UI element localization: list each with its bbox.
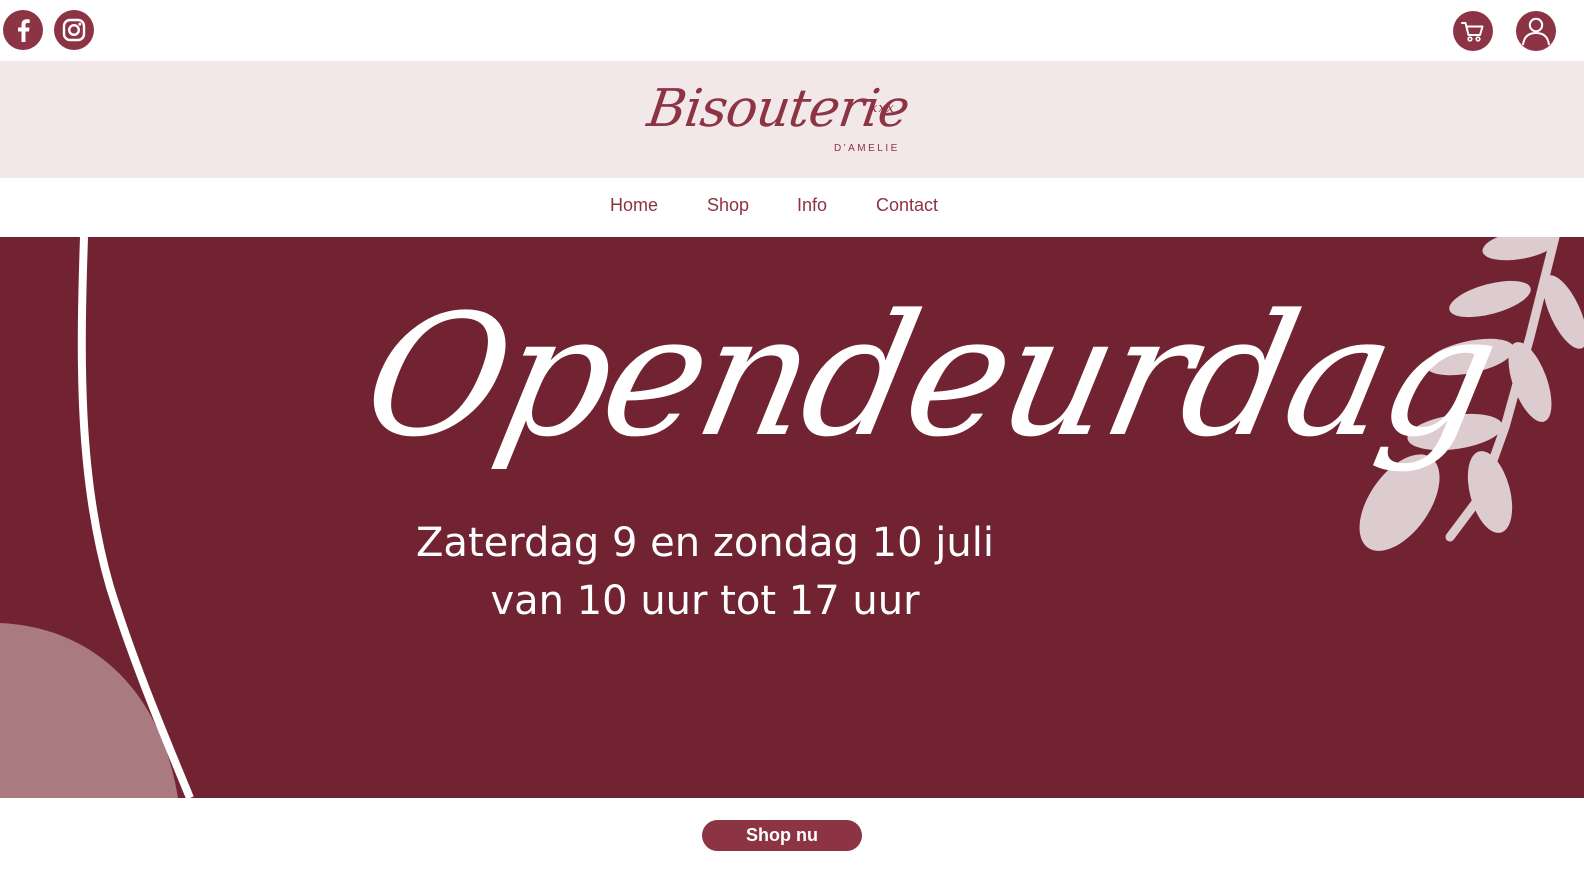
nav-item-shop[interactable]: Shop [707, 195, 749, 216]
cart-icon[interactable] [1453, 11, 1493, 51]
instagram-glyph [62, 18, 86, 42]
hero-banner[interactable]: Opendeurdag Zaterdag 9 en zondag 10 juli… [0, 237, 1584, 798]
main-nav: Home Shop Info Contact [0, 178, 1584, 237]
hero-time-line: van 10 uur tot 17 uur [490, 578, 920, 624]
user-glyph [1522, 17, 1550, 46]
facebook-glyph [18, 19, 30, 42]
user-icon[interactable] [1516, 11, 1556, 51]
hero-title: Opendeurdag [349, 278, 1511, 474]
facebook-icon[interactable] [3, 10, 43, 50]
nav-item-contact[interactable]: Contact [876, 195, 938, 216]
brand-logo[interactable]: Bisouterie xxx D'AMELIE [644, 79, 913, 164]
top-bar [0, 0, 1584, 61]
cart-glyph [1461, 22, 1484, 42]
hero-date-line: Zaterdag 9 en zondag 10 juli [416, 520, 994, 566]
nav-item-info[interactable]: Info [797, 195, 827, 216]
instagram-icon[interactable] [54, 10, 94, 50]
brand-subtitle: D'AMELIE [834, 143, 900, 154]
brand-kisses: xxx [870, 101, 895, 116]
shop-now-button[interactable]: Shop nu [702, 820, 862, 851]
nav-item-home[interactable]: Home [610, 195, 658, 216]
header-logo-band: Bisouterie xxx D'AMELIE [0, 61, 1584, 178]
